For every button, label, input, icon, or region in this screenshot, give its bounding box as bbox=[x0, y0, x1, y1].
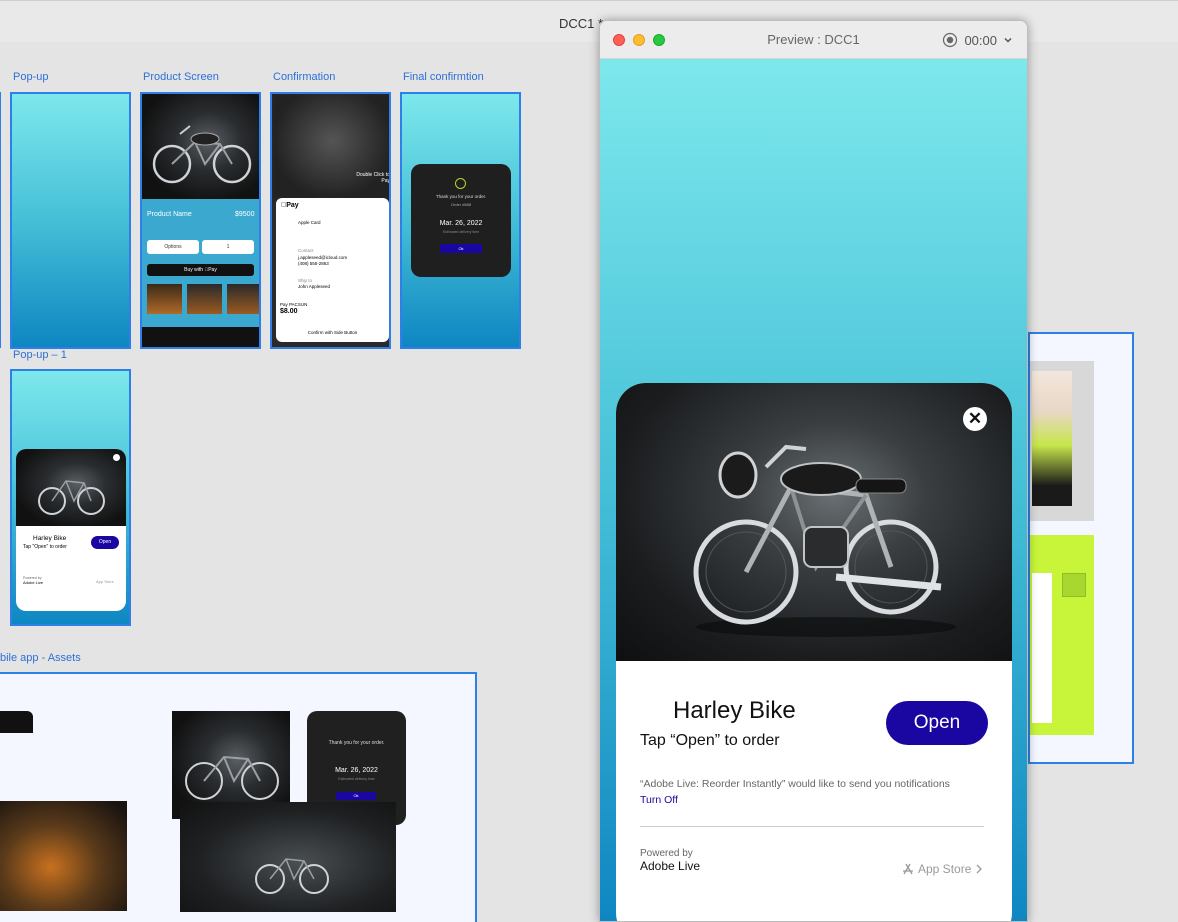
artboard-offscreen[interactable] bbox=[0, 92, 1, 348]
mini-bike-photo bbox=[16, 449, 126, 526]
artboard-label-popup-1[interactable]: Pop-up – 1 bbox=[13, 349, 67, 361]
open-button[interactable]: Open bbox=[886, 701, 988, 745]
record-timer: 00:00 bbox=[964, 32, 997, 48]
pay-amount: $8.00 bbox=[280, 308, 298, 315]
pay-title: Pay bbox=[281, 202, 299, 209]
mini-title: Harley Bike bbox=[33, 535, 67, 542]
apple-pay-sheet: Pay Apple Card Contact j.appleseed@iclo… bbox=[276, 198, 389, 342]
app-clip-card: ✕ Harley Bike Tap “Open” to order Open “… bbox=[616, 383, 1012, 921]
artboard-product-screen[interactable]: Product Name $9500 Options 1 Buy with P… bbox=[140, 92, 261, 349]
fashion-photo bbox=[1032, 371, 1072, 506]
asset-dark-tile[interactable] bbox=[0, 711, 33, 733]
mini-store[interactable]: App Store bbox=[96, 579, 114, 584]
artboard-popup-1[interactable]: Harley Bike Tap "Open" to order Open Pow… bbox=[10, 369, 131, 626]
asset-estimated: Estimated delivery time bbox=[338, 777, 375, 781]
ok-button[interactable]: Ok bbox=[440, 244, 482, 253]
order-number: Order #888 bbox=[450, 202, 472, 207]
document-title: DCC1 * bbox=[559, 16, 604, 31]
double-click-text: Double Click to Pay bbox=[356, 172, 390, 184]
estimated-text: Estimated delivery time bbox=[442, 230, 480, 234]
thumb-3[interactable] bbox=[227, 284, 259, 314]
mini-app-clip-card: Harley Bike Tap "Open" to order Open Pow… bbox=[16, 449, 126, 611]
artboard-label-popup[interactable]: Pop-up bbox=[13, 71, 48, 83]
contact-email[interactable]: j.appleseed@icloud.com bbox=[298, 255, 347, 260]
artboard-label-confirmation[interactable]: Confirmation bbox=[273, 71, 335, 83]
asset-fashion-screen[interactable] bbox=[1030, 361, 1094, 521]
motorcycle-icon bbox=[185, 755, 279, 800]
product-name: Product Name bbox=[147, 211, 192, 218]
motorcycle-icon bbox=[152, 125, 252, 184]
flow-screen bbox=[1032, 573, 1052, 723]
asset-date: Mar. 26, 2022 bbox=[335, 767, 378, 774]
turn-off-link[interactable]: Turn Off bbox=[640, 794, 678, 806]
artboard-popup[interactable] bbox=[10, 92, 131, 349]
artboard-label-final-confirmation[interactable]: Final confirmtion bbox=[403, 71, 484, 83]
motorcycle-icon bbox=[693, 444, 956, 637]
chevron-down-icon bbox=[1004, 37, 1012, 43]
mini-subtitle: Tap "Open" to order bbox=[23, 544, 67, 550]
quantity-stepper[interactable]: 1 bbox=[202, 240, 254, 254]
check-icon bbox=[455, 178, 466, 189]
mini-brand: Adobe Live bbox=[23, 580, 44, 585]
artboard-label-assets[interactable]: bile app - Assets bbox=[0, 652, 81, 664]
contact-label: Contact bbox=[298, 248, 314, 253]
thanks-text: Thank you for your order. bbox=[435, 194, 487, 199]
thumb-2[interactable] bbox=[187, 284, 222, 314]
delivery-date: Mar. 26, 2022 bbox=[439, 220, 483, 227]
tab-bar bbox=[142, 327, 259, 347]
card-name[interactable]: Apple Card bbox=[298, 220, 321, 225]
app-store-link[interactable]: App Store bbox=[902, 862, 983, 876]
asset-green-flow[interactable] bbox=[1030, 535, 1094, 735]
preview-window[interactable]: Preview : DCC1 00:00 ✕ Harley Bike Tap “… bbox=[599, 20, 1028, 922]
notification-text: “Adobe Live: Reorder Instantly” would li… bbox=[640, 778, 950, 790]
confirm-side-button[interactable]: Confirm with Side Button bbox=[276, 330, 389, 335]
asset-ok-button[interactable]: Ok bbox=[336, 792, 376, 800]
options-button[interactable]: Options bbox=[147, 240, 199, 254]
asset-bike-wide[interactable] bbox=[180, 802, 396, 912]
order-confirm-card: Thank you for your order. Order #888 Mar… bbox=[411, 164, 511, 277]
product-photo bbox=[142, 94, 259, 199]
card-subtitle: Tap “Open” to order bbox=[640, 732, 780, 749]
asset-bike-photo-warm[interactable] bbox=[0, 801, 127, 911]
record-icon bbox=[943, 32, 958, 48]
app-store-label: App Store bbox=[918, 862, 972, 876]
preview-window-titlebar[interactable]: Preview : DCC1 00:00 bbox=[600, 21, 1027, 59]
bike-photo bbox=[616, 383, 1012, 661]
card-title: Harley Bike bbox=[673, 697, 796, 724]
pay-to: Pay PACSUN bbox=[280, 302, 308, 307]
app-store-icon bbox=[903, 863, 913, 875]
ship-name[interactable]: John Appleseed bbox=[298, 284, 330, 289]
asset-thanks-text: Thank you for your order. bbox=[328, 740, 385, 746]
artboard-confirmation[interactable]: Double Click to Pay Pay Apple Card Cont… bbox=[270, 92, 391, 349]
chevron-right-icon bbox=[976, 864, 983, 874]
buy-with-pay-button[interactable]: Buy with Pay bbox=[147, 264, 254, 276]
contact-phone: (408) 555-2863 bbox=[298, 261, 329, 266]
brand-name: Adobe Live bbox=[640, 859, 701, 873]
powered-by-label: Powered by bbox=[640, 848, 693, 859]
mini-close-icon[interactable] bbox=[113, 454, 120, 461]
artboard-right[interactable] bbox=[1028, 332, 1134, 764]
artboard-assets[interactable]: Thank you for your order. Mar. 26, 2022 … bbox=[0, 672, 477, 922]
thumb-1[interactable] bbox=[147, 284, 182, 314]
divider bbox=[640, 826, 984, 827]
ship-label: Ship to bbox=[298, 278, 313, 283]
flow-node bbox=[1062, 573, 1086, 597]
artboard-label-product-screen[interactable]: Product Screen bbox=[143, 71, 219, 83]
product-price: $9500 bbox=[235, 211, 255, 218]
mini-open-button[interactable]: Open bbox=[91, 536, 119, 549]
artboard-final-confirmation[interactable]: Thank you for your order. Order #888 Mar… bbox=[400, 92, 521, 349]
motorcycle-icon bbox=[255, 858, 329, 894]
recording-control[interactable]: 00:00 bbox=[942, 32, 1013, 48]
motorcycle-icon bbox=[38, 480, 105, 515]
preview-canvas: ✕ Harley Bike Tap “Open” to order Open “… bbox=[600, 59, 1027, 921]
close-icon[interactable]: ✕ bbox=[963, 407, 987, 431]
